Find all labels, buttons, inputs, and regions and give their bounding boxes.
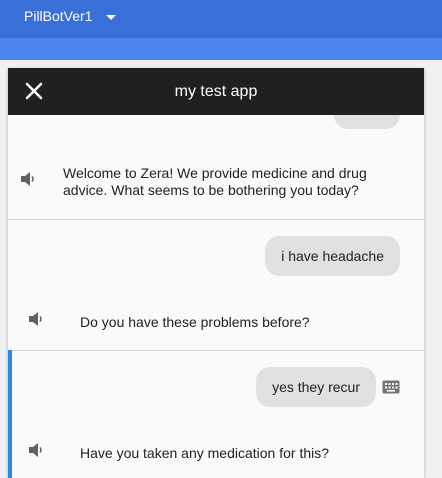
- console-top-bar: PillBotVer1: [0, 0, 442, 38]
- user-message: yes they recur: [256, 367, 376, 407]
- speaker-icon[interactable]: [26, 309, 46, 329]
- agent-name: PillBotVer1: [24, 8, 93, 24]
- chevron-down-icon: [106, 14, 117, 20]
- bot-message: Welcome to Zera! We provide medicine and…: [63, 165, 367, 198]
- speaker-icon[interactable]: [26, 440, 46, 460]
- dialog-title: my test app: [174, 83, 258, 100]
- dialog-header: my test app: [8, 68, 424, 115]
- console-sub-bar: [0, 38, 442, 60]
- agent-selector[interactable]: PillBotVer1: [24, 5, 117, 27]
- active-turn-indicator: [8, 350, 12, 478]
- speaker-icon[interactable]: [18, 169, 38, 189]
- turn-divider: [8, 350, 424, 351]
- previous-user-message: [334, 115, 400, 129]
- test-app-dialog: my test app Welcome to Zera! We provide …: [8, 68, 424, 478]
- bot-message: Do you have these problems before?: [80, 314, 310, 330]
- conversation-pane[interactable]: Welcome to Zera! We provide medicine and…: [8, 115, 424, 478]
- keyboard-icon[interactable]: [382, 380, 400, 394]
- close-icon[interactable]: [22, 79, 46, 103]
- turn-divider: [8, 219, 424, 220]
- user-message: i have headache: [265, 236, 400, 276]
- bot-message: Have you taken any medication for this?: [80, 445, 330, 461]
